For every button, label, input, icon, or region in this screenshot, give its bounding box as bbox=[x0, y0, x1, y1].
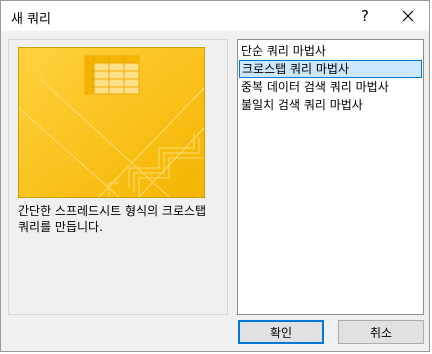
preview-panel: 간단한 스프레드시트 형식의 크로스탭 쿼리를 만듭니다. bbox=[8, 39, 228, 315]
ok-button[interactable]: 확인 bbox=[238, 320, 324, 344]
help-button[interactable]: ? bbox=[343, 1, 387, 31]
wizard-description: 간단한 스프레드시트 형식의 크로스탭 쿼리를 만듭니다. bbox=[18, 204, 207, 234]
list-item-simple-query-wizard[interactable]: 단순 쿼리 마법사 bbox=[239, 42, 422, 60]
close-button[interactable] bbox=[386, 1, 430, 31]
new-query-dialog: 새 쿼리 ? 간단한 스프레드시트 형식의 크로스탭 쿼리를 만듭니다. 단순 … bbox=[0, 0, 430, 352]
list-item-crosstab-query-wizard[interactable]: 크로스탭 쿼리 마법사 bbox=[239, 60, 422, 78]
cancel-button[interactable]: 취소 bbox=[338, 320, 424, 344]
help-icon: ? bbox=[361, 6, 369, 25]
title-bar: 새 쿼리 ? bbox=[1, 1, 429, 31]
list-item-find-unmatched-wizard[interactable]: 불일치 검색 쿼리 마법사 bbox=[239, 96, 422, 114]
preview-image bbox=[18, 47, 205, 198]
window-title: 새 쿼리 bbox=[11, 12, 52, 27]
close-icon bbox=[402, 10, 414, 22]
crosstab-illustration bbox=[19, 48, 204, 197]
wizard-listbox[interactable]: 단순 쿼리 마법사 크로스탭 쿼리 마법사 중복 데이터 검색 쿼리 마법사 불… bbox=[237, 39, 424, 315]
table-icon bbox=[84, 55, 140, 95]
list-item-find-duplicates-wizard[interactable]: 중복 데이터 검색 쿼리 마법사 bbox=[239, 78, 422, 96]
